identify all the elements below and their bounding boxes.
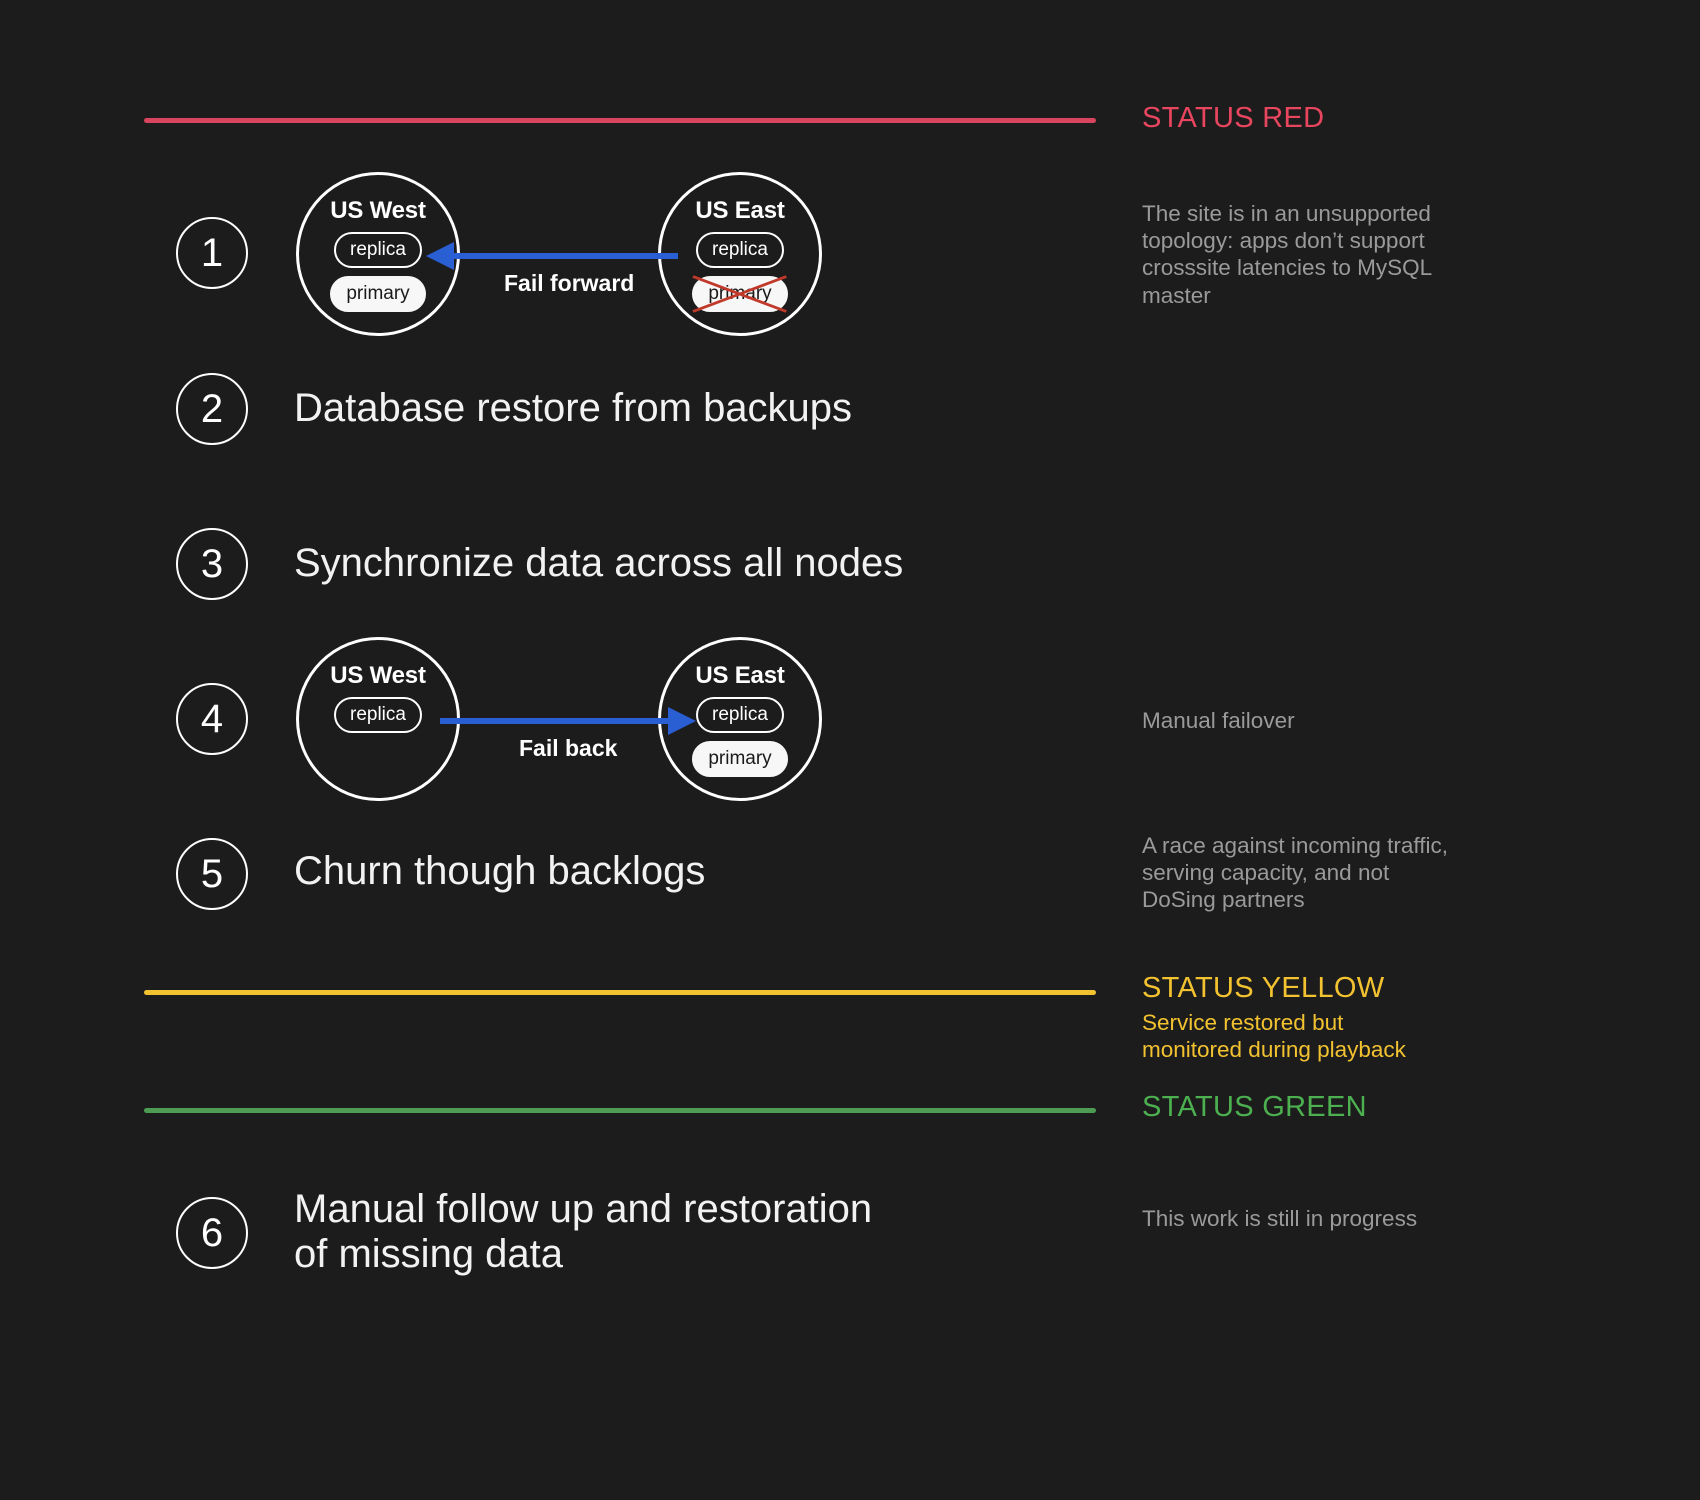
pill-primary-us-east: primary	[692, 275, 788, 313]
step-number-2: 2	[176, 373, 248, 445]
step-text-2: Database restore from backups	[294, 386, 853, 430]
status-green-label: STATUS GREEN	[1142, 1091, 1367, 1123]
region-title-us-west: US West	[330, 197, 426, 224]
arrow-label-fail-back: Fail back	[519, 735, 618, 761]
note-red-topology: The site is in an unsupported topology: …	[1142, 201, 1432, 308]
pill-replica-us-west: replica	[334, 232, 422, 268]
incident-timeline-diagram: STATUS RED The site is in an unsupported…	[0, 0, 1700, 1500]
note-yellow-detail: Service restored but monitored during pl…	[1142, 1010, 1406, 1063]
region-us-east-step1: US East replica primary	[658, 172, 822, 336]
status-red-divider	[144, 118, 1096, 123]
status-green-divider	[144, 1108, 1096, 1113]
pill-primary-us-east-label: primary	[708, 283, 772, 304]
region-title-us-east: US East	[695, 197, 785, 224]
note-race-against-traffic: A race against incoming traffic, serving…	[1142, 833, 1448, 913]
status-yellow-label: STATUS YELLOW	[1142, 972, 1385, 1004]
region-us-west-step4: US West replica	[296, 637, 460, 801]
arrow-right-icon	[440, 707, 696, 735]
pill-replica-us-west-step4: replica	[334, 697, 422, 733]
step-text-6: Manual follow up and restoration of miss…	[294, 1187, 873, 1276]
status-yellow-divider	[144, 990, 1096, 995]
arrow-label-fail-forward: Fail forward	[504, 270, 635, 296]
step-text-5: Churn though backlogs	[294, 849, 706, 893]
step-number-1: 1	[176, 217, 248, 289]
pill-replica-us-east-step4: replica	[696, 697, 784, 733]
pill-replica-us-east: replica	[696, 232, 784, 268]
step-text-3: Synchronize data across all nodes	[294, 541, 904, 585]
step-number-4: 4	[176, 683, 248, 755]
step-number-3: 3	[176, 528, 248, 600]
pill-primary-us-west: primary	[330, 276, 426, 312]
pill-primary-us-east-step4: primary	[692, 741, 788, 777]
arrow-left-icon	[426, 242, 678, 270]
region-title-us-west-step4: US West	[330, 662, 426, 689]
note-in-progress: This work is still in progress	[1142, 1206, 1418, 1231]
note-manual-failover: Manual failover	[1142, 708, 1295, 733]
step-number-6: 6	[176, 1197, 248, 1269]
region-title-us-east-step4: US East	[695, 662, 785, 689]
step-number-5: 5	[176, 838, 248, 910]
status-red-label: STATUS RED	[1142, 102, 1325, 134]
